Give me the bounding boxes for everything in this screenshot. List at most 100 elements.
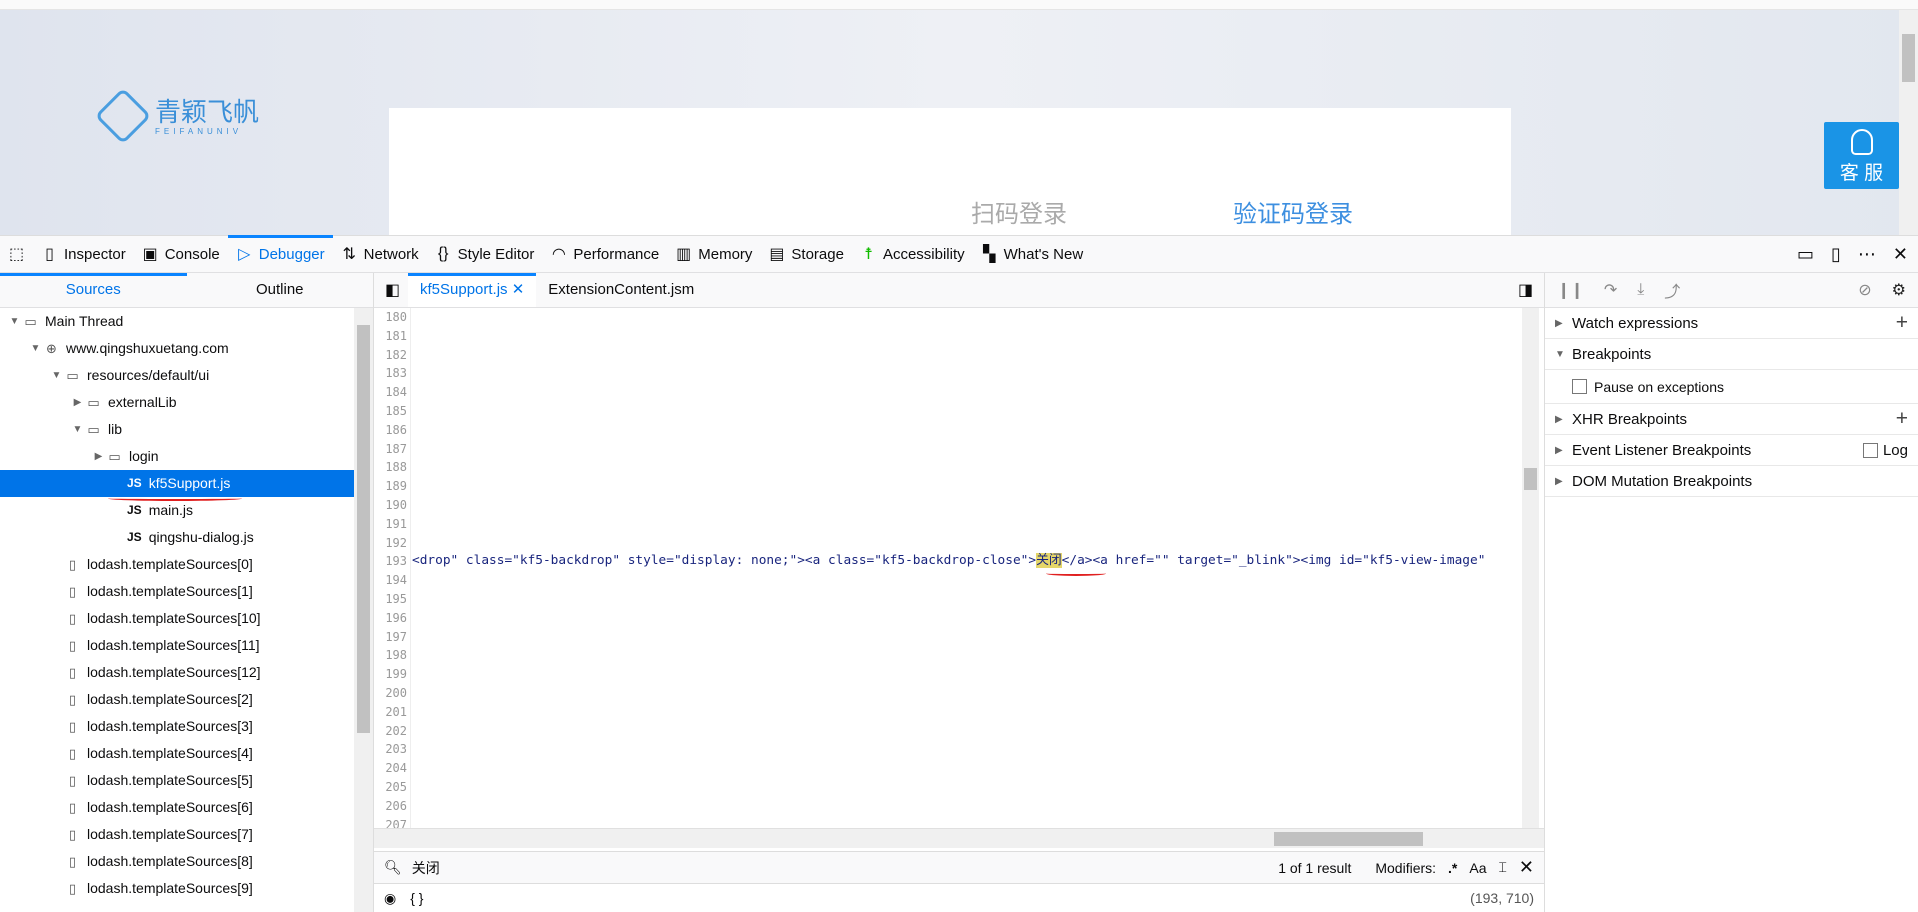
line-number[interactable]: 187 [374, 440, 410, 459]
line-number[interactable]: 195 [374, 590, 410, 609]
disclosure-icon[interactable]: ▼ [28, 335, 43, 362]
event-listener-breakpoints-header[interactable]: ▶ Event Listener Breakpoints Log [1545, 435, 1918, 466]
tab-storage[interactable]: ▤ Storage [760, 236, 852, 273]
breakpoints-header[interactable]: ▼ Breakpoints [1545, 339, 1918, 370]
tree-item[interactable]: JS qingshu-dialog.js [0, 524, 354, 551]
tree-item[interactable]: ▯ lodash.templateSources[4] [0, 740, 354, 767]
disclosure-icon[interactable]: ▶ [91, 443, 106, 470]
line-number[interactable]: 193 [374, 552, 410, 571]
line-number[interactable]: 196 [374, 609, 410, 628]
tree-item[interactable]: ▯ lodash.templateSources[0] [0, 551, 354, 578]
line-number[interactable]: 181 [374, 327, 410, 346]
dom-mutation-breakpoints-header[interactable]: ▶ DOM Mutation Breakpoints [1545, 466, 1918, 497]
toggle-sidebar-icon[interactable]: ◨ [1517, 280, 1534, 300]
line-number[interactable]: 207 [374, 816, 410, 828]
pause-on-exceptions[interactable]: Pause on exceptions [1545, 370, 1918, 404]
plus-icon[interactable]: + [1896, 311, 1908, 335]
tab-code-login[interactable]: 验证码登录 [1233, 194, 1353, 229]
line-number[interactable]: 190 [374, 496, 410, 515]
tree-item[interactable]: ▼ ▭ Main Thread [0, 308, 354, 335]
tree-item[interactable]: ▼ ▭ resources/default/ui [0, 362, 354, 389]
line-number[interactable]: 200 [374, 684, 410, 703]
tree-item[interactable]: ▯ lodash.templateSources[12] [0, 659, 354, 686]
tab-outline[interactable]: Outline [187, 273, 374, 307]
close-search-icon[interactable]: ✕ [1519, 857, 1534, 878]
tree-item[interactable]: ▯ lodash.templateSources[10] [0, 605, 354, 632]
tab-memory[interactable]: ▥ Memory [667, 236, 760, 273]
tab-debugger[interactable]: ▷ Debugger [227, 234, 333, 273]
tree-item[interactable]: ▯ lodash.templateSources[11] [0, 632, 354, 659]
line-number[interactable]: 204 [374, 759, 410, 778]
plus-icon[interactable]: + [1896, 407, 1908, 431]
editor-tab-extensioncontent[interactable]: ExtensionContent.jsm [536, 273, 706, 307]
deactivate-breakpoints-icon[interactable]: ⊘ [1858, 280, 1871, 300]
line-number[interactable]: 206 [374, 797, 410, 816]
regex-toggle[interactable]: .* [1448, 860, 1457, 876]
toggle-sources-icon[interactable]: ◧ [384, 280, 401, 300]
close-icon[interactable]: ✕ [1893, 244, 1908, 265]
tree-item[interactable]: ▯ lodash.templateSources[5] [0, 767, 354, 794]
tab-inspector[interactable]: ▯ Inspector [33, 236, 134, 273]
xhr-breakpoints-header[interactable]: ▶ XHR Breakpoints + [1545, 404, 1918, 435]
more-icon[interactable]: ⋯ [1858, 244, 1876, 265]
tree-item[interactable]: ▯ lodash.templateSources[9] [0, 875, 354, 902]
editor-hscrollbar[interactable] [374, 828, 1544, 848]
tab-whats-new[interactable]: ▚ What's New [973, 236, 1092, 273]
tab-qr-login[interactable]: 扫码登录 [971, 194, 1067, 229]
close-tab-icon[interactable]: ✕ [512, 281, 525, 298]
tree-scrollbar[interactable] [354, 308, 373, 912]
tree-item[interactable]: ▶ ▭ externalLib [0, 389, 354, 416]
site-logo[interactable]: 青颖飞帆 FEIFANUNIV [94, 87, 259, 145]
step-out-icon[interactable]: ⤴ [1664, 278, 1680, 302]
tree-item[interactable]: ▯ lodash.templateSources[2] [0, 686, 354, 713]
line-number[interactable]: 205 [374, 778, 410, 797]
line-number[interactable]: 194 [374, 571, 410, 590]
line-number[interactable]: 183 [374, 364, 410, 383]
line-number[interactable]: 202 [374, 722, 410, 741]
line-number[interactable]: 188 [374, 458, 410, 477]
tree-item[interactable]: ▯ lodash.templateSources[8] [0, 848, 354, 875]
tree-item[interactable]: JS main.js [0, 497, 354, 524]
line-number[interactable]: 182 [374, 346, 410, 365]
tree-item[interactable]: ▼ ⊕ www.qingshuxuetang.com [0, 335, 354, 362]
customer-service-button[interactable]: 客 服 [1824, 122, 1899, 189]
pretty-print-button[interactable]: { } [410, 890, 423, 906]
editor-vscrollbar[interactable] [1522, 308, 1539, 828]
line-number[interactable]: 203 [374, 740, 410, 759]
element-picker-button[interactable]: ⬚ [0, 236, 33, 273]
tree-item[interactable]: ▯ lodash.templateSources[6] [0, 794, 354, 821]
eye-icon[interactable]: ◉ [384, 890, 396, 907]
tree-item[interactable]: ▯ lodash.templateSources[1] [0, 578, 354, 605]
line-number[interactable]: 185 [374, 402, 410, 421]
case-toggle[interactable]: Aa [1469, 860, 1486, 876]
search-input[interactable]: 关闭 [412, 858, 440, 878]
line-number[interactable]: 180 [374, 308, 410, 327]
line-number[interactable]: 192 [374, 534, 410, 553]
step-in-icon[interactable]: ⤓ [1637, 281, 1644, 299]
dock-icon[interactable]: ▭ [1797, 244, 1814, 265]
whole-word-toggle[interactable]: ⌶ [1499, 859, 1507, 876]
line-number[interactable]: 198 [374, 646, 410, 665]
disclosure-icon[interactable]: ▼ [49, 362, 64, 389]
gear-icon[interactable]: ⚙ [1892, 280, 1906, 300]
tree-item[interactable]: JS kf5Support.js [0, 470, 354, 497]
tree-item[interactable]: ▶ ▭ login [0, 443, 354, 470]
tab-console[interactable]: ▣ Console [134, 236, 228, 273]
editor-tab-kf5support[interactable]: kf5Support.js ✕ [408, 273, 537, 307]
page-scrollbar[interactable] [1899, 10, 1918, 235]
disclosure-icon[interactable]: ▶ [70, 389, 85, 416]
pause-icon[interactable]: ❙❙ [1557, 280, 1584, 300]
tab-performance[interactable]: ◠ Performance [542, 236, 667, 273]
tree-item[interactable]: ▯ lodash.templateSources[3] [0, 713, 354, 740]
line-number[interactable]: 201 [374, 703, 410, 722]
disclosure-icon[interactable]: ▼ [70, 416, 85, 443]
line-number[interactable]: 191 [374, 515, 410, 534]
line-number[interactable]: 189 [374, 477, 410, 496]
line-number[interactable]: 184 [374, 383, 410, 402]
step-over-icon[interactable]: ↷ [1604, 280, 1617, 300]
line-number[interactable]: 199 [374, 665, 410, 684]
disclosure-icon[interactable]: ▼ [7, 308, 22, 335]
tab-sources[interactable]: Sources [0, 273, 187, 307]
tree-item[interactable]: ▯ lodash.templateSources[7] [0, 821, 354, 848]
watch-expressions-header[interactable]: ▶ Watch expressions + [1545, 308, 1918, 339]
